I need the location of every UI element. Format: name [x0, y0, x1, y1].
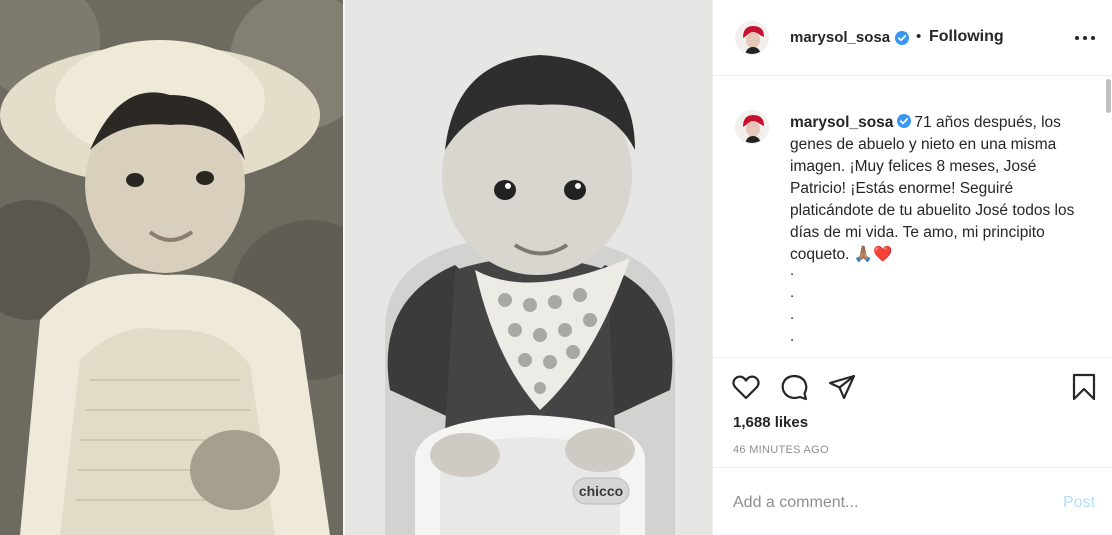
caption-dots: . . . .: [790, 260, 794, 348]
username[interactable]: marysol_sosa: [790, 29, 890, 46]
more-options-icon[interactable]: [1075, 30, 1097, 46]
caption-dot: .: [790, 262, 795, 279]
caption-dot: .: [790, 284, 795, 301]
bookmark-icon[interactable]: [1069, 372, 1099, 402]
post-header: marysol_sosa • Following: [713, 0, 1112, 76]
verified-badge-icon: [895, 31, 909, 45]
avatar-image: [736, 111, 768, 143]
share-icon[interactable]: [827, 372, 857, 402]
post-photo-left: [0, 0, 345, 535]
post-comment-button[interactable]: Post: [1063, 494, 1095, 512]
caption-text: marysol_sosa 71 años después, los genes d…: [790, 112, 1090, 266]
baby-highchair-illustration: chicco: [345, 0, 712, 535]
post-media[interactable]: chicco: [0, 0, 712, 535]
header-separator: •: [916, 28, 922, 45]
avatar-image: [736, 22, 768, 54]
comment-box: Post: [713, 467, 1112, 535]
caption-avatar[interactable]: [735, 110, 769, 144]
caption-dot: .: [790, 328, 795, 345]
caption-emoji: 🙏🏽❤️: [853, 246, 893, 263]
following-button[interactable]: Following: [929, 28, 1004, 46]
post-timestamp[interactable]: 46 MINUTES AGO: [733, 444, 829, 456]
caption-scrollbar[interactable]: [1106, 79, 1111, 113]
caption-body: 71 años después, los genes de abuelo y n…: [790, 114, 1075, 263]
comment-input[interactable]: [733, 492, 1043, 514]
likes-count[interactable]: 1,688 likes: [733, 414, 808, 431]
post-photo-right: chicco: [345, 0, 712, 535]
chicco-logo: chicco: [579, 483, 623, 499]
vintage-baby-illustration: [0, 0, 345, 535]
caption-username[interactable]: marysol_sosa: [790, 114, 893, 131]
post-actions: 1,688 likes 46 MINUTES AGO: [713, 357, 1112, 467]
post-side-panel: marysol_sosa • Following marysol_sosa 71 …: [712, 0, 1112, 535]
heart-icon[interactable]: [731, 372, 761, 402]
verified-badge-icon: [897, 114, 912, 128]
comment-icon[interactable]: [779, 372, 809, 402]
caption-dot: .: [790, 306, 795, 323]
avatar[interactable]: [735, 21, 769, 55]
caption-area: marysol_sosa 71 años después, los genes d…: [713, 77, 1112, 357]
